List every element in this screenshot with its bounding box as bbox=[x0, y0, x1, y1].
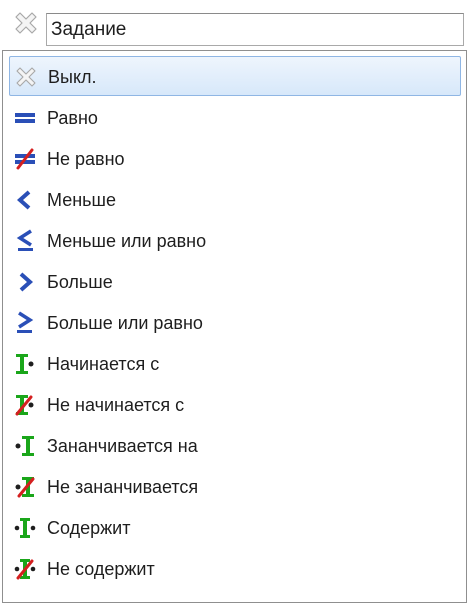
clear-filter-icon[interactable] bbox=[13, 10, 39, 36]
operator-label: Содержит bbox=[47, 518, 131, 538]
operator-label: Зананчивается на bbox=[47, 436, 198, 456]
not-starts-with-icon bbox=[13, 393, 37, 417]
ends-with-icon bbox=[13, 434, 37, 458]
contains-icon bbox=[13, 516, 37, 540]
operator-item-equals[interactable]: Равно bbox=[9, 98, 461, 138]
not-ends-with-icon bbox=[13, 475, 37, 499]
operator-label: Больше bbox=[47, 272, 113, 292]
operator-label: Начинается с bbox=[47, 354, 160, 374]
operator-item-less[interactable]: Меньше bbox=[9, 180, 461, 220]
filter-value-field[interactable]: Задание bbox=[46, 13, 464, 46]
operator-item-greater[interactable]: Больше bbox=[9, 262, 461, 302]
operator-label: Не содержит bbox=[47, 559, 155, 579]
greater-or-equal-icon bbox=[13, 311, 37, 335]
operator-label: Не начинается с bbox=[47, 395, 185, 415]
not-equals-icon bbox=[13, 147, 37, 171]
operator-item-less-or-equal[interactable]: Меньше или равно bbox=[9, 221, 461, 261]
operator-label: Не зананчивается bbox=[47, 477, 199, 497]
operator-item-contains[interactable]: Содержит bbox=[9, 508, 461, 548]
starts-with-icon bbox=[13, 352, 37, 376]
operator-label: Меньше bbox=[47, 190, 116, 210]
operator-label: Не равно bbox=[47, 149, 125, 169]
operator-item-not-starts-with[interactable]: Не начинается с bbox=[9, 385, 461, 425]
operator-label: Больше или равно bbox=[47, 313, 203, 333]
operator-item-ends-with[interactable]: Зананчивается на bbox=[9, 426, 461, 466]
less-or-equal-icon bbox=[13, 229, 37, 253]
operator-item-not-equals[interactable]: Не равно bbox=[9, 139, 461, 179]
off-icon bbox=[14, 65, 38, 89]
not-contains-icon bbox=[13, 557, 37, 581]
filter-row: Задание bbox=[0, 0, 471, 50]
greater-than-icon bbox=[13, 270, 37, 294]
operator-item-off[interactable]: Выкл. bbox=[9, 56, 461, 96]
operator-label: Равно bbox=[47, 108, 98, 128]
operator-label: Меньше или равно bbox=[47, 231, 207, 251]
less-than-icon bbox=[13, 188, 37, 212]
operator-label: Выкл. bbox=[48, 67, 97, 87]
operator-item-greater-or-equal[interactable]: Больше или равно bbox=[9, 303, 461, 343]
operator-item-not-ends-with[interactable]: Не зананчивается bbox=[9, 467, 461, 507]
operator-item-starts-with[interactable]: Начинается с bbox=[9, 344, 461, 384]
equals-icon bbox=[13, 106, 37, 130]
operator-item-not-contains[interactable]: Не содержит bbox=[9, 549, 461, 589]
filter-operator-dropdown: Выкл. Равно Не равно Меньше Меньше или р… bbox=[2, 50, 467, 603]
